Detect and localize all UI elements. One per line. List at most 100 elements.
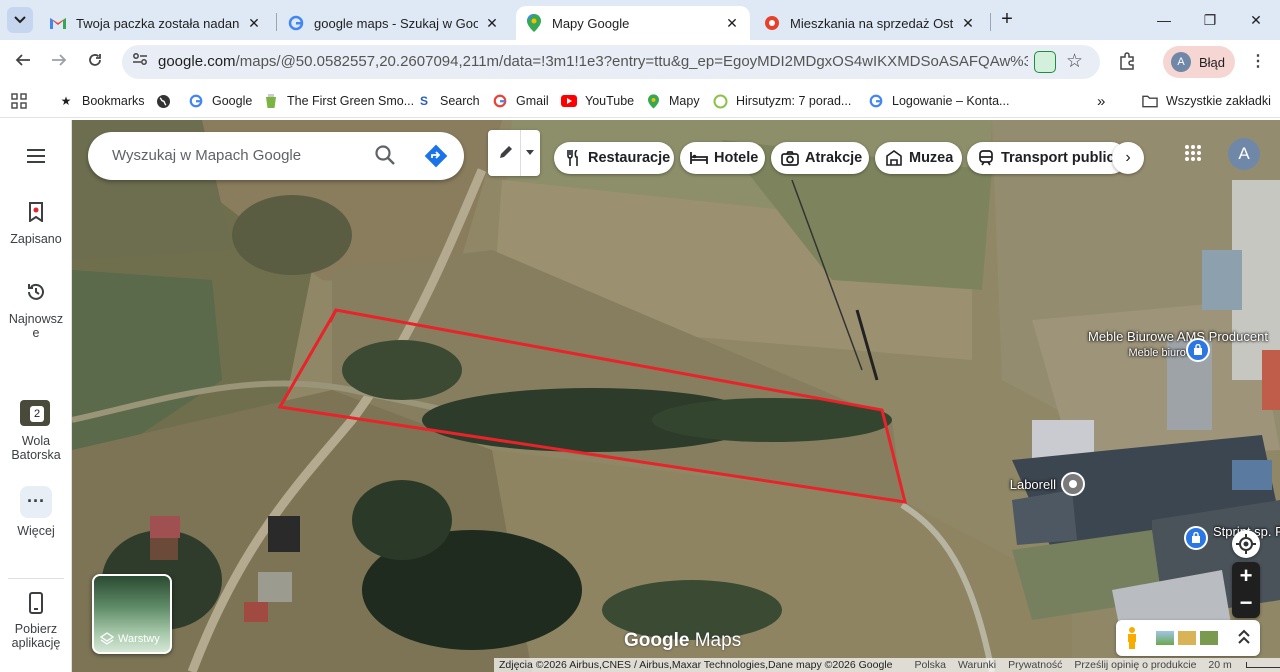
chips-scroll-next-button[interactable]: ›	[1112, 142, 1144, 174]
bookmark-globe[interactable]	[155, 92, 179, 110]
bookmark-gmail[interactable]: Gmail	[492, 92, 549, 110]
tab-gmail[interactable]: Twoja paczka została nadana - ✕	[40, 6, 272, 40]
footer-link-feedback[interactable]: Prześlij opinię o produkcie	[1074, 659, 1196, 671]
close-icon[interactable]: ✕	[484, 15, 500, 32]
tab-search-button[interactable]	[7, 7, 33, 33]
shopping-pin-icon[interactable]	[1186, 338, 1210, 362]
reload-button[interactable]	[82, 50, 108, 76]
tab-google-maps[interactable]: Mapy Google ✕	[516, 6, 750, 40]
site-info-icon[interactable]	[130, 52, 150, 72]
arrow-right-icon	[52, 54, 67, 66]
apps-grid-icon[interactable]	[11, 92, 27, 110]
tab-divider	[990, 13, 991, 31]
profile-button[interactable]: A Błąd	[1163, 46, 1235, 78]
browser-menu-icon[interactable]: ⋮	[1250, 53, 1266, 73]
bookmark-mapy[interactable]: Mapy	[645, 92, 700, 110]
my-location-button[interactable]	[1232, 530, 1260, 558]
maps-pin-icon	[645, 93, 661, 109]
extensions-icon[interactable]	[1116, 52, 1138, 74]
star-icon[interactable]: ☆	[1066, 50, 1083, 73]
tab-strip: Twoja paczka została nadana - ✕ google m…	[0, 0, 1280, 40]
caret-down-icon[interactable]	[526, 150, 534, 156]
bookmark-icon	[24, 202, 48, 226]
back-button[interactable]	[10, 50, 36, 76]
search-input[interactable]	[112, 147, 352, 164]
all-bookmarks[interactable]: Wszystkie zakładki	[1142, 92, 1271, 110]
tab-title: Mieszkania na sprzedaż Ostród	[790, 15, 954, 31]
place-meble-biurowe[interactable]: Meble Biurowe AMS Producent Meble biurow…	[1052, 329, 1268, 361]
shopping-pin-icon[interactable]	[1184, 526, 1208, 550]
search-icon[interactable]	[374, 144, 398, 168]
place-name: Meble Biurowe AMS Producent	[1088, 329, 1268, 344]
footer-link-terms[interactable]: Warunki	[958, 659, 996, 671]
maps-search-box[interactable]	[88, 132, 464, 180]
draw-tool-button[interactable]	[488, 130, 540, 176]
footer-link-privacy[interactable]: Prywatność	[1008, 659, 1062, 671]
directions-icon[interactable]	[424, 144, 448, 168]
forward-button[interactable]	[46, 50, 72, 76]
bookmark-bookmarks[interactable]: ★ Bookmarks	[58, 92, 145, 110]
sidebar-item-wola-batorska[interactable]: 2 Wola Batorska	[0, 398, 72, 462]
window-close-button[interactable]: ✕	[1244, 9, 1268, 31]
google-apps-icon[interactable]	[1184, 144, 1208, 168]
tab-title: Mapy Google	[552, 15, 630, 31]
new-tab-button[interactable]: +	[996, 9, 1018, 31]
tab-otodom[interactable]: Mieszkania na sprzedaż Ostród ✕	[754, 6, 986, 40]
chip-museums[interactable]: Muzea	[875, 142, 962, 174]
bookmarks-bar: ★ Bookmarks Google The First Green Smo...…	[0, 84, 1280, 118]
chip-restaurants[interactable]: Restauracje	[554, 142, 674, 174]
street-view-bar	[1116, 620, 1260, 656]
close-icon[interactable]: ✕	[724, 15, 740, 32]
bookmark-youtube[interactable]: YouTube	[561, 92, 634, 110]
imagery-thumbnail-icon[interactable]	[1200, 631, 1218, 645]
bookmark-logowanie[interactable]: Logowanie – Konta...	[868, 92, 1009, 110]
satellite-map[interactable]: Restauracje Hotele Atrakcje Muzea Transp…	[72, 120, 1280, 672]
zoom-in-button[interactable]: +	[1232, 562, 1260, 590]
bookmark-label: YouTube	[585, 94, 635, 108]
account-avatar[interactable]: A	[1228, 138, 1260, 170]
sidebar-item-recent[interactable]: Najnowsze	[0, 282, 72, 340]
place-laborell[interactable]: Laborell	[972, 477, 1056, 493]
address-bar[interactable]: google.com/maps/@50.0582557,20.2607094,2…	[122, 45, 1100, 79]
sidebar-divider	[8, 578, 64, 579]
globe-icon	[155, 93, 171, 109]
chip-label: Muzea	[909, 150, 954, 166]
zoom-out-button[interactable]: −	[1232, 590, 1260, 618]
google-g-icon	[492, 93, 508, 109]
chip-attractions[interactable]: Atrakcje	[771, 142, 869, 174]
footer-link-country[interactable]: Polska	[915, 659, 947, 671]
restore-button[interactable]: ❐	[1198, 9, 1222, 31]
sidebar-item-more[interactable]: ··· Więcej	[0, 486, 72, 538]
pegman-icon[interactable]	[1126, 627, 1138, 654]
property-boundary	[277, 308, 908, 504]
minimize-button[interactable]: —	[1152, 9, 1176, 31]
close-icon[interactable]: ✕	[960, 15, 976, 32]
layers-button[interactable]: Warstwy	[92, 574, 172, 654]
bookmark-label: Search	[440, 94, 480, 108]
sidebar-item-get-app[interactable]: Pobierz aplikację	[0, 592, 72, 650]
bookmark-green-smoothie[interactable]: The First Green Smo...	[263, 92, 414, 110]
chip-public-transport[interactable]: Transport publiczny	[967, 142, 1127, 174]
logo-google: Google	[624, 630, 690, 651]
close-icon[interactable]: ✕	[246, 15, 262, 32]
bookmark-search[interactable]: S Search	[416, 92, 480, 110]
bookmark-hirsutyzm[interactable]: Hirsutyzm: 7 porad...	[712, 92, 851, 110]
chip-label: Atrakcje	[805, 150, 863, 166]
menu-button[interactable]	[0, 146, 72, 176]
google-maps-logo: Google Maps	[624, 630, 741, 652]
bookmark-label: Bookmarks	[82, 94, 145, 108]
place-pin-icon[interactable]	[1061, 472, 1085, 496]
chip-hotels[interactable]: Hotele	[680, 142, 765, 174]
sidebar-item-saved[interactable]: Zapisano	[0, 202, 72, 246]
tab-title: google maps - Szukaj w Google	[314, 15, 478, 31]
more-bookmarks-icon[interactable]: »	[1097, 92, 1105, 110]
bookmark-google[interactable]: Google	[188, 92, 252, 110]
tab-google-search[interactable]: google maps - Szukaj w Google ✕	[278, 6, 510, 40]
scale-label[interactable]: 20 m	[1208, 659, 1280, 671]
youtube-icon	[561, 93, 577, 109]
tab-title: Twoja paczka została nadana -	[76, 15, 240, 31]
install-app-icon[interactable]	[1034, 51, 1056, 73]
imagery-thumbnail-icon[interactable]	[1178, 631, 1196, 645]
imagery-thumbnail-icon[interactable]	[1156, 631, 1174, 645]
chevron-up-icon[interactable]	[1238, 629, 1250, 650]
